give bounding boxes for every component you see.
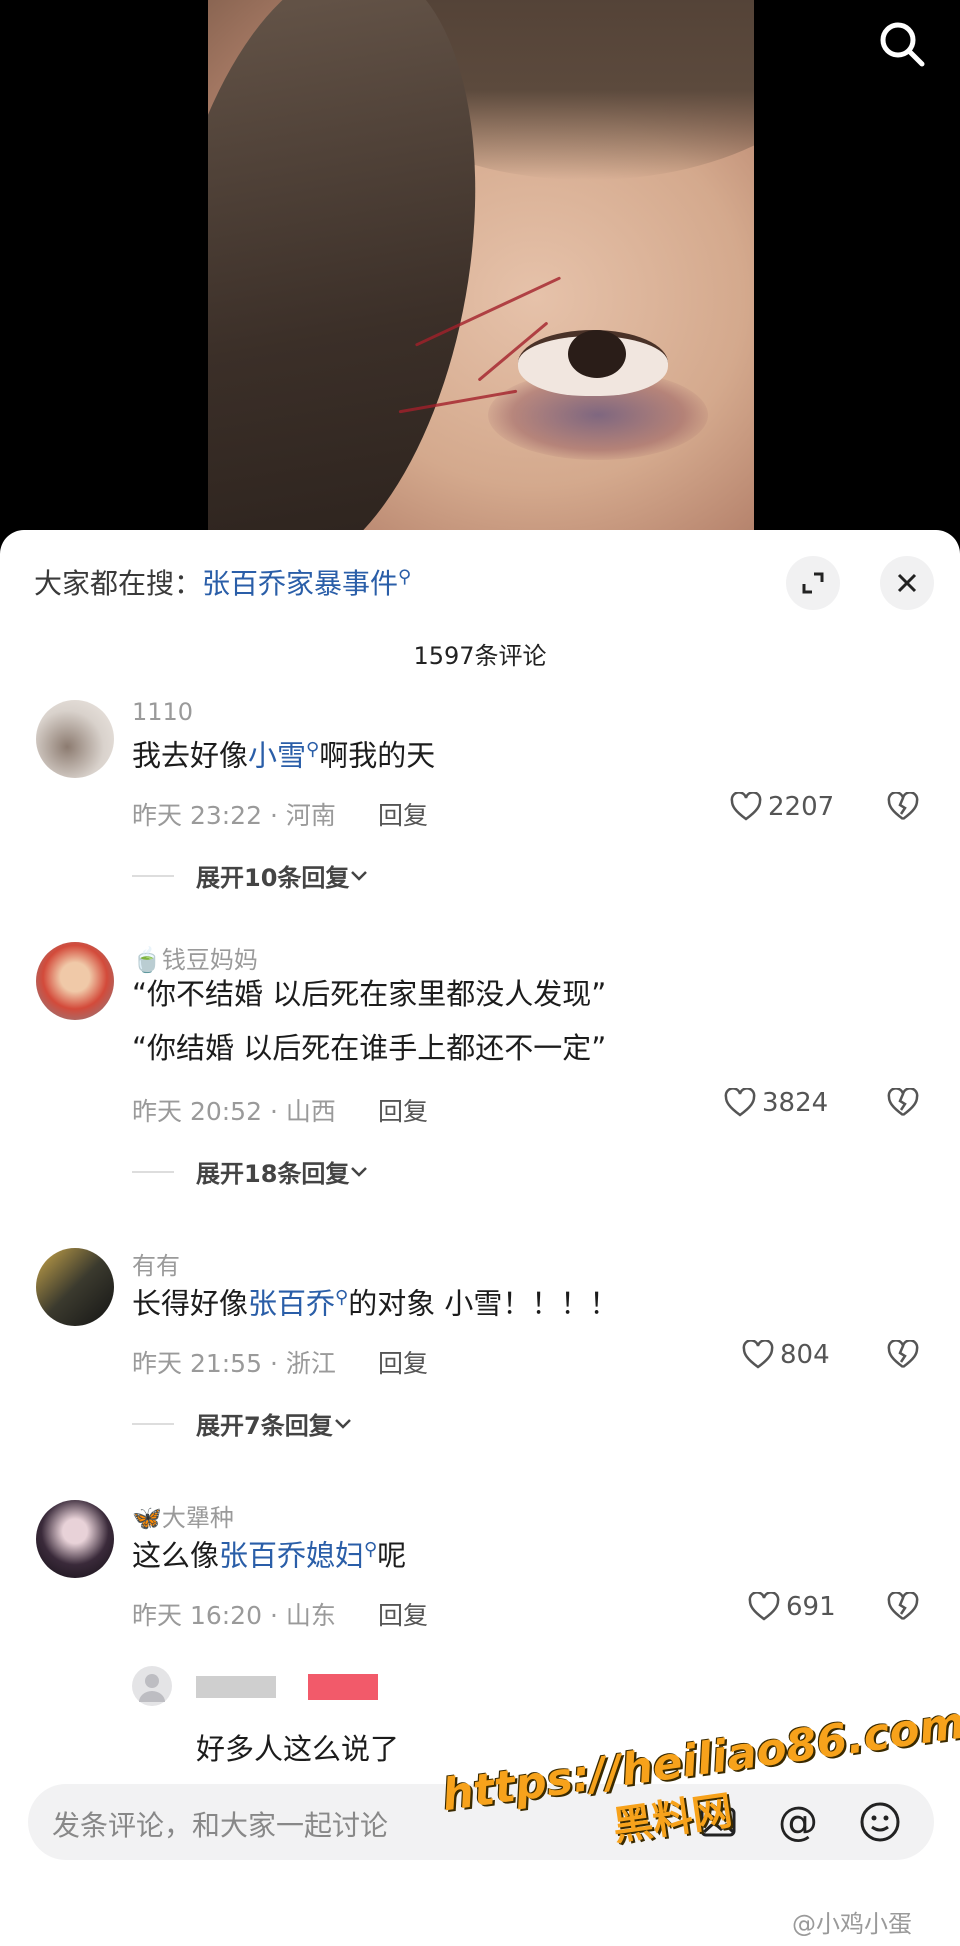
broken-heart-icon [887, 1339, 919, 1369]
like-button[interactable]: 804 [742, 1340, 830, 1370]
like-count: 691 [786, 1592, 836, 1622]
comment-meta: 昨天 16:20 · 山东 [132, 1601, 336, 1630]
redacted-badge [308, 1674, 378, 1700]
credit-watermark: @小鸡小蛋 [792, 1910, 912, 1938]
reply-button[interactable]: 回复 [378, 796, 428, 832]
emoji-icon [860, 1802, 900, 1842]
comment-meta: 昨天 23:22 · 河南 [132, 801, 336, 830]
video-area[interactable] [0, 0, 960, 540]
comment-meta: 昨天 21:55 · 浙江 [132, 1349, 336, 1378]
expand-replies[interactable]: 展开18条回复 [132, 1154, 369, 1189]
expand-panel-button[interactable] [786, 556, 840, 610]
avatar[interactable] [132, 1666, 172, 1706]
like-count: 2207 [768, 792, 835, 822]
default-user-icon [139, 1674, 165, 1702]
video-frame [208, 0, 754, 540]
close-icon [897, 573, 917, 593]
comment-text: “你不结婚 以后死在家里都没人发现” “你结婚 以后死在谁手上都还不一定” [132, 977, 607, 1065]
redacted-username [196, 1676, 276, 1698]
heart-icon [724, 1088, 756, 1117]
avatar[interactable] [36, 942, 114, 1020]
comment-meta: 昨天 20:52 · 山西 [132, 1097, 336, 1126]
reply-button[interactable]: 回复 [378, 1092, 428, 1128]
chevron-down-icon [351, 870, 368, 881]
heart-icon [742, 1340, 774, 1369]
sub-reply-text: 好多人这么说了 [196, 1732, 400, 1766]
like-button[interactable]: 3824 [724, 1088, 828, 1118]
trending-prefix: 大家都在搜： [34, 567, 203, 600]
broken-heart-icon [887, 1087, 919, 1117]
avatar[interactable] [36, 1248, 114, 1326]
like-button[interactable]: 691 [748, 1592, 836, 1622]
trending-keyword[interactable]: 张百乔家暴事件 [202, 567, 398, 600]
expand-icon [802, 572, 824, 594]
like-count: 3824 [762, 1088, 829, 1118]
search-mini-icon: ⚲ [398, 566, 412, 588]
like-count: 804 [780, 1340, 830, 1370]
search-icon[interactable] [872, 14, 932, 74]
broken-heart-icon [887, 791, 919, 821]
chevron-down-icon [334, 1418, 351, 1429]
comment-keyword-link[interactable]: 张百乔 [248, 1287, 335, 1321]
dislike-button[interactable] [886, 791, 920, 826]
avatar[interactable] [36, 1500, 114, 1578]
comment-keyword-link[interactable]: 张百乔媳妇 [219, 1539, 364, 1573]
dislike-button[interactable] [886, 1591, 920, 1626]
like-button[interactable]: 2207 [730, 792, 834, 822]
comment-username[interactable]: 1110 [132, 698, 193, 726]
comment-text: 这么像张百乔媳妇⚲呢 [132, 1538, 407, 1573]
reply-button[interactable]: 回复 [378, 1596, 428, 1632]
expand-replies[interactable]: 展开10条回复 [132, 858, 369, 893]
heart-icon [730, 792, 762, 821]
comment-username[interactable]: 有有 [132, 1246, 180, 1281]
avatar[interactable] [36, 700, 114, 778]
comment-keyword-link[interactable]: 小雪 [248, 739, 306, 773]
heart-icon [748, 1592, 780, 1621]
trending-search[interactable]: 大家都在搜：张百乔家暴事件⚲ [34, 562, 411, 602]
dislike-button[interactable] [886, 1339, 920, 1374]
comment-username[interactable]: 🍵钱豆妈妈 [132, 940, 258, 975]
comment-count: 1597条评论 [413, 642, 547, 670]
reply-button[interactable]: 回复 [378, 1344, 428, 1380]
expand-replies[interactable]: 展开7条回复 [132, 1406, 353, 1441]
mention-button[interactable]: @ [776, 1800, 820, 1844]
close-button[interactable] [880, 556, 934, 610]
butterfly-icon: 🦋 [132, 1504, 162, 1532]
chevron-down-icon [351, 1166, 368, 1177]
dislike-button[interactable] [886, 1087, 920, 1122]
comment-username[interactable]: 🦋大犟种 [132, 1498, 234, 1533]
comment-text: 我去好像小雪⚲啊我的天 [132, 738, 436, 773]
emoji-button[interactable] [858, 1800, 902, 1844]
broken-heart-icon [887, 1591, 919, 1621]
tea-cup-icon: 🍵 [132, 946, 162, 974]
comment-input-placeholder: 发条评论，和大家一起讨论 [52, 1809, 389, 1842]
comment-text: 长得好像张百乔⚲的对象 小雪！！！！ [132, 1286, 619, 1321]
